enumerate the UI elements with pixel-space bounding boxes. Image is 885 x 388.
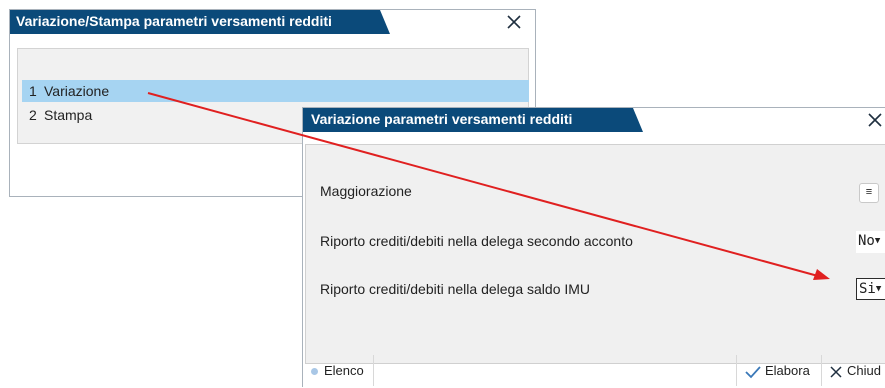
riporto-saldo-imu-select[interactable]: Si▼ <box>856 278 885 300</box>
menu-item-label: Variazione <box>44 83 110 99</box>
close-icon <box>830 366 842 378</box>
select-value: Si <box>859 281 876 297</box>
menu-item-label: Stampa <box>44 107 93 123</box>
elenco-label: Elenco <box>324 363 364 378</box>
select-value: No <box>858 233 875 249</box>
chevron-down-icon: ▼ <box>875 284 882 294</box>
close-icon[interactable] <box>504 12 524 32</box>
dialog-footer: Elenco Elabora Chiud <box>303 353 885 388</box>
dialog-title: Variazione parametri versamenti redditi <box>311 111 573 127</box>
riporto-secondo-acconto-select[interactable]: No▼ <box>856 231 885 253</box>
chevron-down-icon: ▼ <box>874 236 881 246</box>
menu-item-number: 2 <box>29 107 37 123</box>
maggiorazione-menu-button[interactable]: ≡ <box>859 183 879 203</box>
dialog-titlebar: Variazione/Stampa parametri versamenti r… <box>10 10 535 34</box>
close-icon[interactable] <box>865 110 885 130</box>
elabora-button[interactable]: Elabora <box>744 353 810 388</box>
elenco-button[interactable]: Elenco <box>311 353 364 388</box>
dot-icon <box>311 368 318 376</box>
menu-item-variazione[interactable]: 1 Variazione <box>22 80 529 102</box>
menu-item-number: 1 <box>29 83 37 99</box>
parameters-panel: Maggiorazione ≡ Riporto crediti/debiti n… <box>305 144 885 364</box>
elabora-label: Elabora <box>765 363 810 378</box>
divider <box>736 355 737 386</box>
checkmark-icon <box>745 365 761 378</box>
riporto-secondo-acconto-label: Riporto crediti/debiti nella delega seco… <box>320 233 633 249</box>
divider <box>373 355 374 386</box>
maggiorazione-label: Maggiorazione <box>320 183 412 199</box>
divider <box>821 355 822 386</box>
riporto-saldo-imu-label: Riporto crediti/debiti nella delega sald… <box>320 281 591 297</box>
dialog-title: Variazione/Stampa parametri versamenti r… <box>16 13 332 29</box>
chiudi-button[interactable]: Chiud <box>828 353 881 388</box>
chiudi-label: Chiud <box>847 363 881 378</box>
variazione-parametri-dialog: Variazione parametri versamenti redditi … <box>302 107 885 387</box>
